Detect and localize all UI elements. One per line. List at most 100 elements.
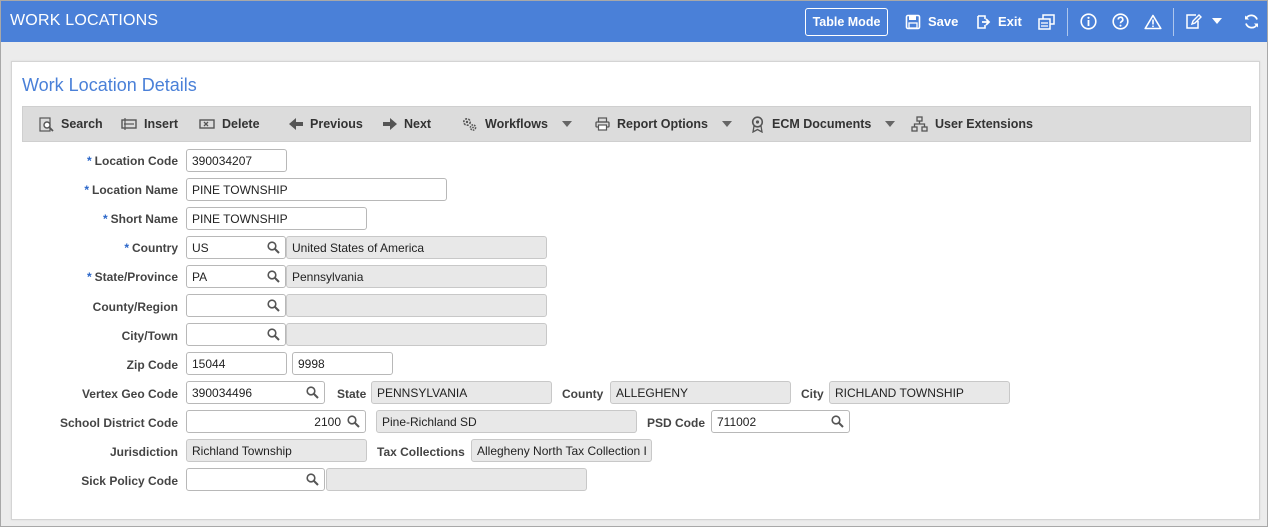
county-region-lookup-input[interactable]	[186, 294, 286, 317]
vertex-city-label: City	[801, 387, 824, 401]
gears-icon	[461, 116, 478, 132]
next-label: Next	[404, 117, 432, 131]
zip-code-label: Zip Code	[126, 358, 178, 372]
location-code-input[interactable]: 390034207	[186, 149, 287, 172]
short-name-label: * Short Name	[102, 212, 178, 226]
divider	[1173, 8, 1174, 36]
county-region-description-field	[286, 294, 547, 317]
country-lookup-input[interactable]: US	[186, 236, 286, 259]
chevron-down-icon	[721, 121, 732, 127]
insert-label: Insert	[144, 117, 179, 131]
sick-policy-description-field	[326, 468, 587, 491]
ecm-documents-label: ECM Documents	[772, 117, 872, 131]
magnifier-icon[interactable]	[267, 328, 280, 344]
arrow-left-icon	[289, 118, 303, 130]
search-label: Search	[61, 117, 103, 131]
header-bar: WORK LOCATIONS Table Mode Save Exit	[1, 1, 1267, 42]
insert-icon	[121, 117, 137, 131]
divider	[1067, 8, 1068, 36]
report-options-label: Report Options	[617, 117, 708, 131]
chevron-down-icon	[885, 121, 896, 127]
vertex-county-label: County	[562, 387, 604, 401]
state-province-label: * State/Province	[86, 270, 178, 284]
alerts-button[interactable]	[1144, 1, 1162, 42]
vertex-geo-code-label: Vertex Geo Code	[81, 387, 178, 401]
help-icon	[1112, 13, 1129, 30]
arrow-right-icon	[383, 118, 397, 130]
copy-window-button[interactable]	[1038, 1, 1055, 42]
school-district-code-label: School District Code	[59, 416, 178, 430]
previous-button[interactable]: Previous	[289, 107, 363, 141]
report-options-menu[interactable]: Report Options	[595, 107, 732, 141]
edit-menu-button[interactable]	[1185, 1, 1222, 42]
state-province-lookup-input[interactable]: PA	[186, 265, 286, 288]
exit-button[interactable]: Exit	[976, 1, 1022, 42]
chevron-down-icon	[1212, 18, 1222, 25]
windows-icon	[1038, 13, 1055, 30]
save-button[interactable]: Save	[905, 1, 958, 42]
workflows-label: Workflows	[485, 117, 548, 131]
sick-policy-code-lookup-input[interactable]	[186, 468, 325, 491]
psd-code-lookup-input[interactable]: 711002	[711, 410, 850, 433]
ecm-documents-icon	[750, 115, 765, 133]
zip-extension-input[interactable]: 9998	[292, 352, 393, 375]
tax-collections-field: Allegheny North Tax Collection I	[471, 439, 652, 462]
location-name-input[interactable]: PINE TOWNSHIP	[186, 178, 447, 201]
info-button[interactable]	[1080, 1, 1097, 42]
delete-button[interactable]: Delete	[199, 107, 260, 141]
tax-collections-label: Tax Collections	[377, 445, 465, 459]
refresh-icon	[1243, 13, 1260, 30]
previous-label: Previous	[310, 117, 363, 131]
chevron-down-icon	[561, 121, 572, 127]
save-icon	[905, 14, 921, 30]
school-district-code-lookup-input[interactable]: 2100	[186, 410, 366, 433]
school-district-description-field: Pine-Richland SD	[376, 410, 637, 433]
magnifier-icon[interactable]	[831, 415, 844, 431]
warning-icon	[1144, 14, 1162, 30]
vertex-geo-code-lookup-input[interactable]: 390034496	[186, 381, 325, 404]
zip-code-input[interactable]: 15044	[186, 352, 287, 375]
location-code-label: * Location Code	[86, 154, 178, 168]
exit-label: Exit	[998, 14, 1022, 29]
ecm-documents-menu[interactable]: ECM Documents	[750, 107, 896, 141]
magnifier-icon[interactable]	[267, 270, 280, 286]
state-province-description-field: Pennsylvania	[286, 265, 547, 288]
printer-icon	[595, 117, 610, 131]
page-title: WORK LOCATIONS	[10, 12, 159, 29]
country-label: * Country	[124, 241, 178, 255]
refresh-button[interactable]	[1243, 1, 1260, 42]
location-name-label: * Location Name	[84, 183, 178, 197]
jurisdiction-label: Jurisdiction	[109, 445, 178, 459]
user-extensions-label: User Extensions	[935, 117, 1033, 131]
short-name-input[interactable]: PINE TOWNSHIP	[186, 207, 367, 230]
delete-row-icon	[199, 117, 215, 131]
delete-label: Delete	[222, 117, 260, 131]
magnifier-icon[interactable]	[267, 299, 280, 315]
country-description-field: United States of America	[286, 236, 547, 259]
vertex-state-label: State	[337, 387, 367, 401]
city-town-lookup-input[interactable]	[186, 323, 286, 346]
city-town-label: City/Town	[121, 329, 178, 343]
county-region-label: County/Region	[92, 300, 178, 314]
table-mode-button[interactable]: Table Mode	[805, 8, 888, 36]
panel-title: Work Location Details	[22, 75, 197, 95]
help-button[interactable]	[1112, 1, 1129, 42]
exit-icon	[976, 14, 992, 30]
magnifier-icon[interactable]	[347, 415, 360, 431]
search-button[interactable]: Search	[39, 107, 103, 141]
insert-button[interactable]: Insert	[121, 107, 178, 141]
city-town-description-field	[286, 323, 547, 346]
vertex-county-field: ALLEGHENY	[610, 381, 791, 404]
action-toolbar: Search Insert Delete Previous Next Workf…	[22, 106, 1251, 142]
magnifier-icon[interactable]	[267, 241, 280, 257]
next-button[interactable]: Next	[383, 107, 431, 141]
magnifier-icon[interactable]	[306, 473, 319, 489]
vertex-state-field: PENNSYLVANIA	[371, 381, 552, 404]
edit-icon	[1185, 13, 1202, 30]
psd-code-label: PSD Code	[647, 416, 706, 430]
workflows-menu[interactable]: Workflows	[461, 107, 572, 141]
user-extensions-button[interactable]: User Extensions	[911, 107, 1033, 141]
magnifier-icon[interactable]	[306, 386, 319, 402]
search-icon	[39, 116, 54, 132]
info-icon	[1080, 13, 1097, 30]
